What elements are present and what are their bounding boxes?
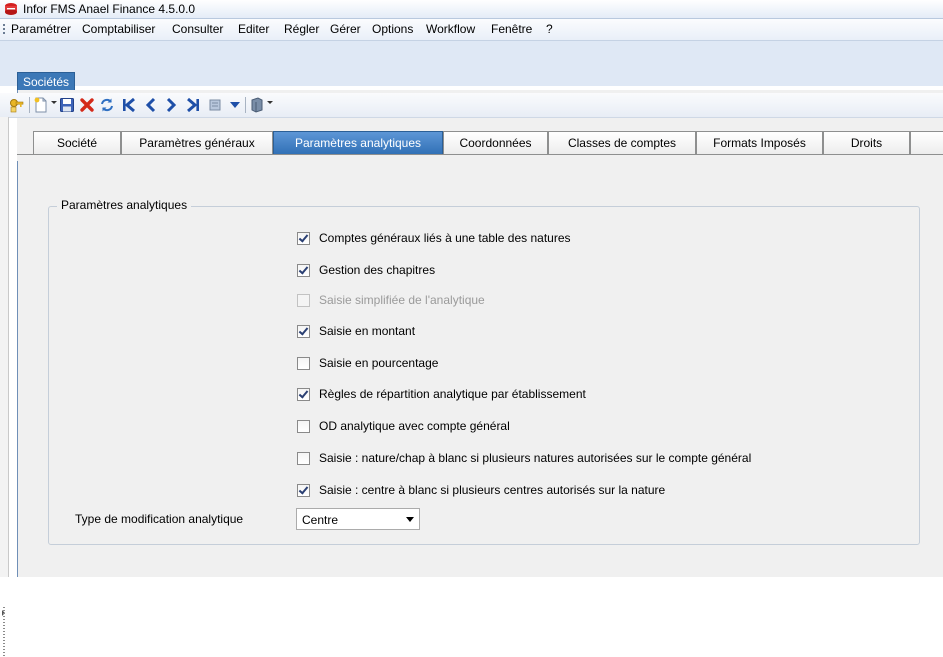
checkbox-box[interactable] <box>297 419 310 433</box>
toolbar-separator <box>245 97 246 113</box>
checkbox-saisie-montant[interactable]: Saisie en montant <box>297 323 415 339</box>
tab-parametres-generaux[interactable]: Paramètres généraux <box>121 131 273 155</box>
tab-coordonnees[interactable]: Coordonnées <box>443 131 548 155</box>
tab-label: Paramètres analytiques <box>294 136 422 150</box>
menu-workflow[interactable]: Workflow <box>426 22 475 36</box>
menu-editer[interactable]: Editer <box>238 22 269 36</box>
checkbox-label: Saisie en montant <box>319 324 416 338</box>
checkbox-box[interactable] <box>297 451 310 465</box>
previous-record-icon[interactable] <box>143 97 159 113</box>
window-title-bar: Infor FMS Anael Finance 4.5.0.0 <box>0 0 943 19</box>
mdi-background <box>0 41 943 86</box>
tab-formats-imposes[interactable]: Formats Imposés <box>696 131 823 155</box>
first-record-icon[interactable] <box>121 97 137 113</box>
menu-bar: Paramétrer Comptabiliser Consulter Edite… <box>0 19 943 41</box>
key-icon[interactable] <box>9 97 25 113</box>
tab-societe[interactable]: Société <box>33 131 121 155</box>
checkbox-box[interactable] <box>297 483 310 497</box>
checkbox-label: OD analytique avec compte général <box>319 419 510 433</box>
checkbox-saisie-pourcentage[interactable]: Saisie en pourcentage <box>297 355 438 371</box>
menu-parametrer[interactable]: Paramétrer <box>11 22 71 36</box>
left-splitter[interactable] <box>0 117 9 657</box>
checkbox-centre-blanc[interactable]: Saisie : centre à blanc si plusieurs cen… <box>297 482 665 498</box>
checkbox-box[interactable] <box>297 387 310 401</box>
new-dropdown-icon[interactable] <box>51 101 57 104</box>
menu-fenetre[interactable]: Fenêtre <box>491 22 532 36</box>
window-title: Infor FMS Anael Finance 4.5.0.0 <box>23 2 196 16</box>
menu-consulter[interactable]: Consulter <box>172 22 223 36</box>
type-modification-label: Type de modification analytique <box>75 512 244 526</box>
checkbox-od-analytique[interactable]: OD analytique avec compte général <box>297 418 510 434</box>
checkbox-label: Saisie : centre à blanc si plusieurs cen… <box>319 483 666 497</box>
checkbox-label: Saisie simplifiée de l'analytique <box>319 293 485 307</box>
groupbox-title: Paramètres analytiques <box>57 198 192 212</box>
checkbox-regles-repartition[interactable]: Règles de répartition analytique par éta… <box>297 386 586 402</box>
next-record-icon[interactable] <box>163 97 179 113</box>
toolbar <box>0 93 943 118</box>
checkbox-label: Comptes généraux liés à une table des na… <box>319 231 571 245</box>
checkbox-box[interactable] <box>297 231 310 245</box>
menu-options[interactable]: Options <box>372 22 413 36</box>
export-icon[interactable] <box>249 97 265 113</box>
checkbox-box[interactable] <box>297 356 310 370</box>
checkbox-label: Gestion des chapitres <box>319 263 436 277</box>
tab-label: Formats Imposés <box>713 136 806 150</box>
splitter-grip[interactable] <box>3 607 5 657</box>
toolbar-separator <box>29 97 30 113</box>
save-icon[interactable] <box>59 97 75 113</box>
tab-label: Paramètres généraux <box>139 136 255 150</box>
menu-comptabiliser[interactable]: Comptabiliser <box>82 22 155 36</box>
export-dropdown-icon[interactable] <box>267 101 273 104</box>
menu-grip[interactable] <box>3 24 5 36</box>
new-document-icon[interactable] <box>33 97 49 113</box>
tab-label: Coordonnées <box>459 136 532 150</box>
checkbox-nature-chap-blanc[interactable]: Saisie : nature/chap à blanc si plusieur… <box>297 450 751 466</box>
tab-label: Droits <box>850 136 883 150</box>
type-modification-select[interactable]: Centre <box>296 508 420 530</box>
checkbox-label: Saisie : nature/chap à blanc si plusieur… <box>319 451 752 465</box>
checkbox-box[interactable] <box>297 263 310 277</box>
last-record-icon[interactable] <box>185 97 201 113</box>
refresh-icon[interactable] <box>99 97 115 113</box>
dropdown-arrow-icon[interactable] <box>227 97 243 113</box>
tab-classes-de-comptes[interactable]: Classes de comptes <box>548 131 696 155</box>
mdi-tab-societes[interactable]: Sociétés <box>17 72 76 91</box>
menu-gerer[interactable]: Gérer <box>330 22 361 36</box>
tab-label: Classes de comptes <box>567 136 677 150</box>
tab-label: Société <box>56 136 98 150</box>
delete-icon[interactable] <box>79 97 95 113</box>
tab-droits[interactable]: Droits <box>823 131 910 155</box>
checkbox-label: Saisie en pourcentage <box>319 356 439 370</box>
checkbox-saisie-simplifiee: Saisie simplifiée de l'analytique <box>297 292 485 308</box>
anael-app-icon <box>5 3 17 15</box>
filter-icon[interactable] <box>207 97 223 113</box>
checkbox-gestion-chapitres[interactable]: Gestion des chapitres <box>297 262 435 278</box>
select-value: Centre <box>302 513 339 527</box>
tab-overflow[interactable] <box>910 131 943 155</box>
tab-parametres-analytiques[interactable]: Paramètres analytiques <box>273 131 443 155</box>
menu-regler[interactable]: Régler <box>284 22 319 36</box>
chevron-down-icon[interactable] <box>406 517 414 522</box>
menu-help[interactable]: ? <box>546 22 553 36</box>
checkbox-box <box>297 293 310 307</box>
checkbox-comptes-generaux-natures[interactable]: Comptes généraux liés à une table des na… <box>297 230 571 246</box>
checkbox-label: Règles de répartition analytique par éta… <box>319 387 586 401</box>
checkbox-box[interactable] <box>297 324 310 338</box>
